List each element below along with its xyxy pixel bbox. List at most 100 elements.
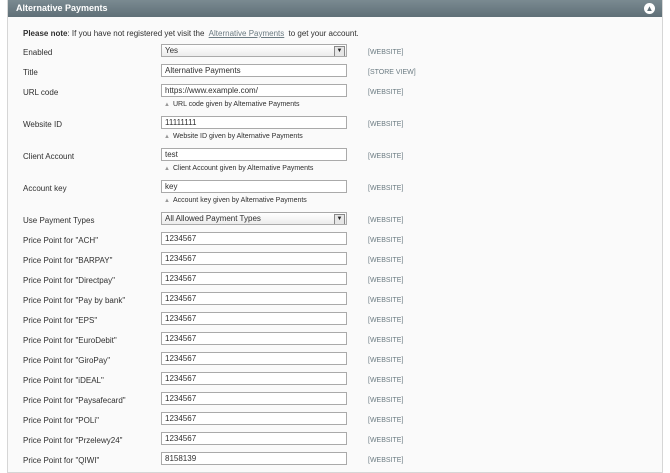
alternative-payments-link[interactable]: Alternative Payments [209, 29, 285, 38]
field-label: Price Point for "Paysafecard" [23, 396, 126, 405]
config-row: Website ID 11111111 [WEBSITE] ▲ Website ID g… [8, 116, 662, 140]
alternative-payments-section: Alternative Payments ▲ Please note: If y… [7, 0, 663, 473]
scope-label: [WEBSITE] [368, 337, 404, 344]
hint-text: URL code given by Alternative Payments [172, 101, 300, 108]
field-value: Alternative Payments [165, 66, 241, 75]
scope-label: [WEBSITE] [368, 49, 404, 56]
scope-label: [WEBSITE] [368, 217, 404, 224]
field-input[interactable]: 1234567 [161, 332, 347, 345]
field-label: Price Point for "POLi" [23, 416, 99, 425]
field-value: 1234567 [165, 334, 197, 343]
field-label: Price Point for "iDEAL" [23, 376, 104, 385]
scope-label: [WEBSITE] [368, 357, 404, 364]
config-row: Use Payment Types All Allowed Payment Typ… [8, 212, 662, 232]
note-text: : If you have not registered yet visit t… [67, 29, 205, 38]
config-row: Price Point for "EPS" 1234567 [WEBSITE] [8, 312, 662, 332]
field-value: test [165, 150, 178, 159]
field-value: key [165, 182, 178, 191]
scope-label: [WEBSITE] [368, 297, 404, 304]
dropdown-arrow-icon[interactable]: ▼ [334, 46, 345, 56]
field-input[interactable]: 1234567 [161, 372, 347, 385]
hint-triangle-icon: ▲ [164, 198, 170, 204]
field-label: Price Point for "GiroPay" [23, 356, 111, 365]
scope-label: [WEBSITE] [368, 277, 404, 284]
field-input[interactable]: key [161, 180, 347, 193]
field-input[interactable]: https://www.example.com/ [161, 84, 347, 97]
field-value: 1234567 [165, 254, 197, 263]
field-label: Title [23, 68, 38, 77]
field-label: Price Point for "BARPAY" [23, 256, 113, 265]
note-suffix: to get your account. [288, 29, 359, 38]
field-value: 1234567 [165, 354, 197, 363]
field-label: Price Point for "EuroDebit" [23, 336, 117, 345]
field-input[interactable]: 1234567 [161, 392, 347, 405]
field-input[interactable]: test [161, 148, 347, 161]
scope-label: [WEBSITE] [368, 121, 404, 128]
field-input[interactable]: 1234567 [161, 412, 347, 425]
field-value: 1234567 [165, 294, 197, 303]
registration-note: Please note: If you have not registered … [23, 29, 359, 39]
field-input[interactable]: 1234567 [161, 352, 347, 365]
config-row: Price Point for "ACH" 1234567 [WEBSITE] [8, 232, 662, 252]
hint-text: Client Account given by Alternative Paym… [172, 165, 314, 172]
field-value: 8158139 [165, 454, 197, 463]
field-input[interactable]: 11111111 [161, 116, 347, 129]
field-input[interactable]: 8158139 [161, 452, 347, 465]
hint-text: Account key given by Alternative Payment… [172, 197, 307, 204]
field-label: URL code [23, 88, 59, 97]
config-row: URL code https://www.example.com/ [WEBSITE… [8, 84, 662, 108]
field-input[interactable]: 1234567 [161, 292, 347, 305]
field-value: 1234567 [165, 314, 197, 323]
field-label: Price Point for "EPS" [23, 316, 98, 325]
config-row: Price Point for "BARPAY" 1234567 [WEBSITE] [8, 252, 662, 272]
field-value: 1234567 [165, 234, 197, 243]
config-row: Price Point for "iDEAL" 1234567 [WEBSITE] [8, 372, 662, 392]
config-row: Price Point for "POLi" 1234567 [WEBSITE] [8, 412, 662, 432]
field-input[interactable]: 1234567 [161, 232, 347, 245]
config-row: Account key key [WEBSITE] ▲ Account key give… [8, 180, 662, 204]
field-label: Price Point for "Przelewy24" [23, 436, 123, 445]
field-input[interactable]: 1234567 [161, 432, 347, 445]
hint-triangle-icon: ▲ [164, 134, 170, 140]
hint-text: Website ID given by Alternative Payments [172, 133, 303, 140]
section-header[interactable]: Alternative Payments ▲ [8, 0, 662, 17]
field-value: 1234567 [165, 434, 197, 443]
section-title: Alternative Payments [16, 3, 108, 13]
field-label: Price Point for "Pay by bank" [23, 296, 126, 305]
dropdown-arrow-icon[interactable]: ▼ [334, 214, 345, 224]
scope-label: [WEBSITE] [368, 397, 404, 404]
note-prefix: Please note [23, 29, 68, 38]
field-value: 11111111 [165, 118, 197, 127]
collapse-icon[interactable]: ▲ [644, 3, 655, 14]
field-select[interactable]: All Allowed Payment Types ▼ [161, 212, 347, 225]
scope-label: [WEBSITE] [368, 317, 404, 324]
field-value: All Allowed Payment Types [165, 214, 261, 223]
scope-label: [WEBSITE] [368, 417, 404, 424]
scope-label: [WEBSITE] [368, 185, 404, 192]
config-row: Enabled Yes ▼ [WEBSITE] [8, 44, 662, 64]
scope-label: [WEBSITE] [368, 377, 404, 384]
field-hint: ▲ URL code given by Alternative Payments [164, 100, 300, 110]
field-label: Client Account [23, 152, 75, 161]
field-input[interactable]: 1234567 [161, 252, 347, 265]
field-input[interactable]: Alternative Payments [161, 64, 347, 77]
scope-label: [STORE VIEW] [368, 69, 416, 76]
config-row: Price Point for "EuroDebit" 1234567 [WEBSI… [8, 332, 662, 352]
field-label: Price Point for "ACH" [23, 236, 99, 245]
field-value: Yes [165, 46, 179, 55]
scope-label: [WEBSITE] [368, 89, 404, 96]
config-row: Price Point for "GiroPay" 1234567 [WEBSITE… [8, 352, 662, 372]
field-label: Website ID [23, 120, 62, 129]
field-value: 1234567 [165, 394, 197, 403]
field-select[interactable]: Yes ▼ [161, 44, 347, 57]
scope-label: [WEBSITE] [368, 153, 404, 160]
config-row: Price Point for "Pay by bank" 1234567 [WEB… [8, 292, 662, 312]
hint-triangle-icon: ▲ [164, 102, 170, 108]
field-input[interactable]: 1234567 [161, 312, 347, 325]
field-value: 1234567 [165, 274, 197, 283]
field-label: Price Point for "Directpay" [23, 276, 115, 285]
scope-label: [WEBSITE] [368, 457, 404, 464]
field-input[interactable]: 1234567 [161, 272, 347, 285]
scope-label: [WEBSITE] [368, 237, 404, 244]
field-hint: ▲ Client Account given by Alternative Pay… [164, 164, 313, 174]
